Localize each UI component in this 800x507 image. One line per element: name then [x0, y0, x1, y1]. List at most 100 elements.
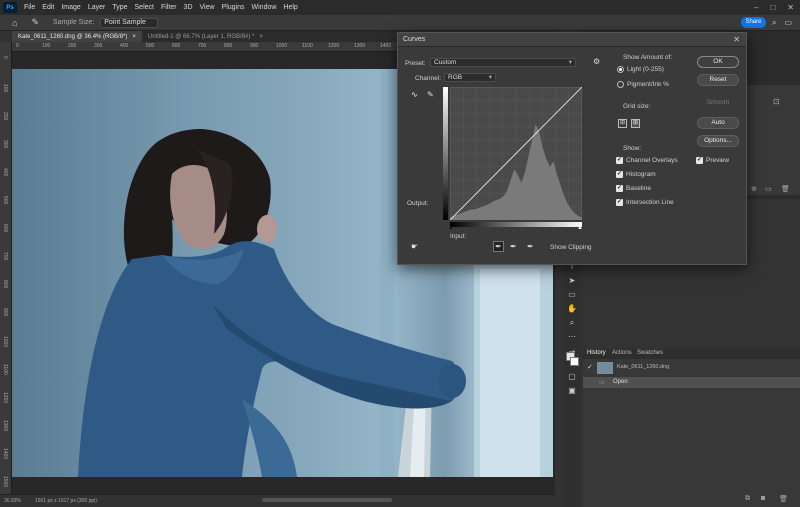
menu-image[interactable]: Image — [61, 4, 80, 11]
ruler-tick-label: 100 — [42, 43, 51, 49]
snapshot-label: Kate_0611_1260.dng — [617, 364, 670, 370]
light-label: Light (0-255) — [627, 66, 664, 73]
horizontal-scrollbar[interactable] — [262, 498, 392, 502]
options-button[interactable]: Options... — [697, 135, 739, 147]
sample-size-select[interactable]: Point Sample — [100, 17, 159, 28]
sample-size-label: Sample Size: — [52, 19, 95, 26]
history-step-icon: ▭ — [599, 380, 605, 386]
menu-filter[interactable]: Filter — [161, 4, 177, 11]
curves-dialog: Curves ✕ Preset: Custom ▾ ⚙ Channel: RGB… — [397, 32, 747, 265]
tab-history[interactable]: History — [587, 350, 606, 356]
white-point-slider[interactable]: ▲ — [577, 225, 583, 231]
menu-select[interactable]: Select — [135, 4, 154, 11]
move-tool-icon[interactable]: ➤ — [567, 276, 577, 286]
quick-mask-icon[interactable]: ▢ — [567, 372, 577, 382]
show-amount-label: Show Amount of: — [623, 54, 673, 61]
menu-type[interactable]: Type — [112, 4, 127, 11]
menu-layer[interactable]: Layer — [88, 4, 106, 11]
menu-help[interactable]: Help — [283, 4, 297, 11]
workspace-icon[interactable]: ▭ — [784, 18, 792, 27]
hand-tool-icon[interactable]: ✋ — [567, 304, 577, 314]
smooth-button[interactable]: Smooth — [697, 97, 739, 109]
ruler-tick-label: 1000 — [276, 43, 288, 49]
channel-select[interactable]: RGB ▾ — [444, 73, 496, 82]
new-document-from-state-icon[interactable]: ⧉ — [745, 495, 750, 503]
eyedropper-tool-icon[interactable]: ✎ — [31, 17, 39, 28]
history-step-label: Open — [613, 379, 628, 385]
panel-folder-icon[interactable]: ▭ — [765, 185, 772, 193]
close-icon[interactable]: ✕ — [733, 35, 740, 44]
target-adjustment-icon[interactable]: ☛ — [411, 242, 418, 251]
document-info[interactable]: 1501 px x 1017 px (300 ppi) — [35, 498, 97, 504]
history-panel: History Actions Swatches ✓ Kate_0611_126… — [583, 349, 800, 507]
auto-button[interactable]: Auto — [697, 117, 739, 129]
panel-delete-icon[interactable]: 🗑 — [781, 185, 790, 193]
close-window-button[interactable]: ✕ — [787, 3, 794, 12]
menu-edit[interactable]: Edit — [42, 4, 54, 11]
screen-mode-icon[interactable]: ▣ — [567, 386, 577, 396]
preset-select[interactable]: Custom ▾ — [430, 58, 576, 67]
tab-actions[interactable]: Actions — [612, 350, 632, 356]
delete-state-icon[interactable]: 🗑 — [779, 495, 788, 503]
white-eyedropper-icon[interactable]: ✒ — [527, 242, 534, 251]
search-icon[interactable]: ⌕ — [772, 18, 776, 28]
chevron-down-icon: ▾ — [488, 74, 492, 81]
minimize-button[interactable]: – — [754, 3, 758, 12]
new-snapshot-icon[interactable]: ◙ — [761, 495, 765, 502]
ruler-tick-label: 1000 — [2, 336, 8, 348]
ruler-tick-label: 0 — [2, 56, 8, 59]
panel-new-icon[interactable]: ⊕ — [751, 185, 757, 193]
curve-graph[interactable] — [450, 87, 582, 220]
simple-grid-icon[interactable]: ⊞ — [618, 119, 627, 128]
intersection-line-checkbox[interactable]: ✓ — [616, 199, 623, 206]
ruler-tick-label: 600 — [2, 224, 8, 233]
history-snapshot-row[interactable]: ✓ Kate_0611_1260.dng — [583, 361, 800, 375]
menu-3d[interactable]: 3D — [184, 4, 193, 11]
menu-plugins[interactable]: Plugins — [222, 4, 245, 11]
show-clipping-label[interactable]: Show Clipping — [550, 244, 592, 251]
light-radio[interactable] — [617, 66, 624, 73]
menu-window[interactable]: Window — [252, 4, 277, 11]
reset-button[interactable]: Reset — [697, 74, 739, 86]
ruler-tick-label: 200 — [2, 112, 8, 121]
ruler-tick-label: 200 — [68, 43, 77, 49]
detailed-grid-icon[interactable]: ⊞ — [631, 119, 640, 128]
background-color-swatch[interactable] — [570, 357, 579, 366]
menu-view[interactable]: View — [200, 4, 215, 11]
panel-settings-icon[interactable]: ⊡ — [773, 97, 780, 106]
histogram-checkbox[interactable]: ✓ — [616, 171, 623, 178]
channel-overlays-checkbox[interactable]: ✓ — [616, 157, 623, 164]
preview-checkbox[interactable]: ✓ — [696, 157, 703, 164]
black-eyedropper-icon[interactable]: ✒ — [493, 241, 504, 252]
share-button[interactable]: Share — [740, 17, 766, 28]
history-step-row[interactable]: ▭ Open — [583, 377, 800, 388]
tab-kate[interactable]: Kate_0611_1260.dng @ 36.4% (RGB/8*) × — [12, 31, 142, 42]
menu-file[interactable]: File — [24, 4, 35, 11]
ok-button[interactable]: OK — [697, 56, 739, 68]
pigment-radio[interactable] — [617, 81, 624, 88]
curves-titlebar[interactable]: Curves ✕ — [398, 33, 746, 47]
home-icon[interactable]: ⌂ — [12, 18, 17, 28]
gray-eyedropper-icon[interactable]: ✒ — [510, 242, 517, 251]
ruler-tick-label: 100 — [2, 84, 8, 93]
tab-close-icon[interactable]: × — [132, 34, 136, 40]
maximize-button[interactable]: □ — [770, 3, 775, 12]
curve-points-icon[interactable]: ∿ — [411, 90, 418, 99]
options-bar: ⌂ ✎ Sample Size: Point Sample Share ⌕ ▭ — [0, 15, 800, 31]
more-tools-icon[interactable]: ⋯ — [567, 332, 577, 342]
tab-untitled[interactable]: Untitled-1 @ 66.7% (Layer 1, RGB/8#) * × — [142, 31, 269, 42]
zoom-level[interactable]: 36.83% — [4, 498, 21, 504]
preset-gear-icon[interactable]: ⚙ — [593, 57, 600, 66]
ruler-tick-label: 900 — [2, 308, 8, 317]
tab-swatches[interactable]: Swatches — [637, 350, 663, 356]
input-label: Input: — [450, 233, 467, 240]
pencil-draw-icon[interactable]: ✎ — [427, 90, 434, 99]
ruler-tick-label: 1300 — [354, 43, 366, 49]
rectangle-tool-icon[interactable]: ▭ — [567, 290, 577, 300]
baseline-checkbox[interactable]: ✓ — [616, 185, 623, 192]
tab-close-icon[interactable]: × — [259, 34, 263, 40]
ruler-tick-label: 1500 — [2, 476, 8, 488]
zoom-tool-icon[interactable]: ⌕ — [567, 318, 577, 328]
ruler-vertical[interactable]: 0 100 200 300 400 500 600 700 800 900 1000 1100 1200… — [0, 42, 12, 494]
black-point-slider[interactable]: ▲ — [448, 225, 454, 231]
